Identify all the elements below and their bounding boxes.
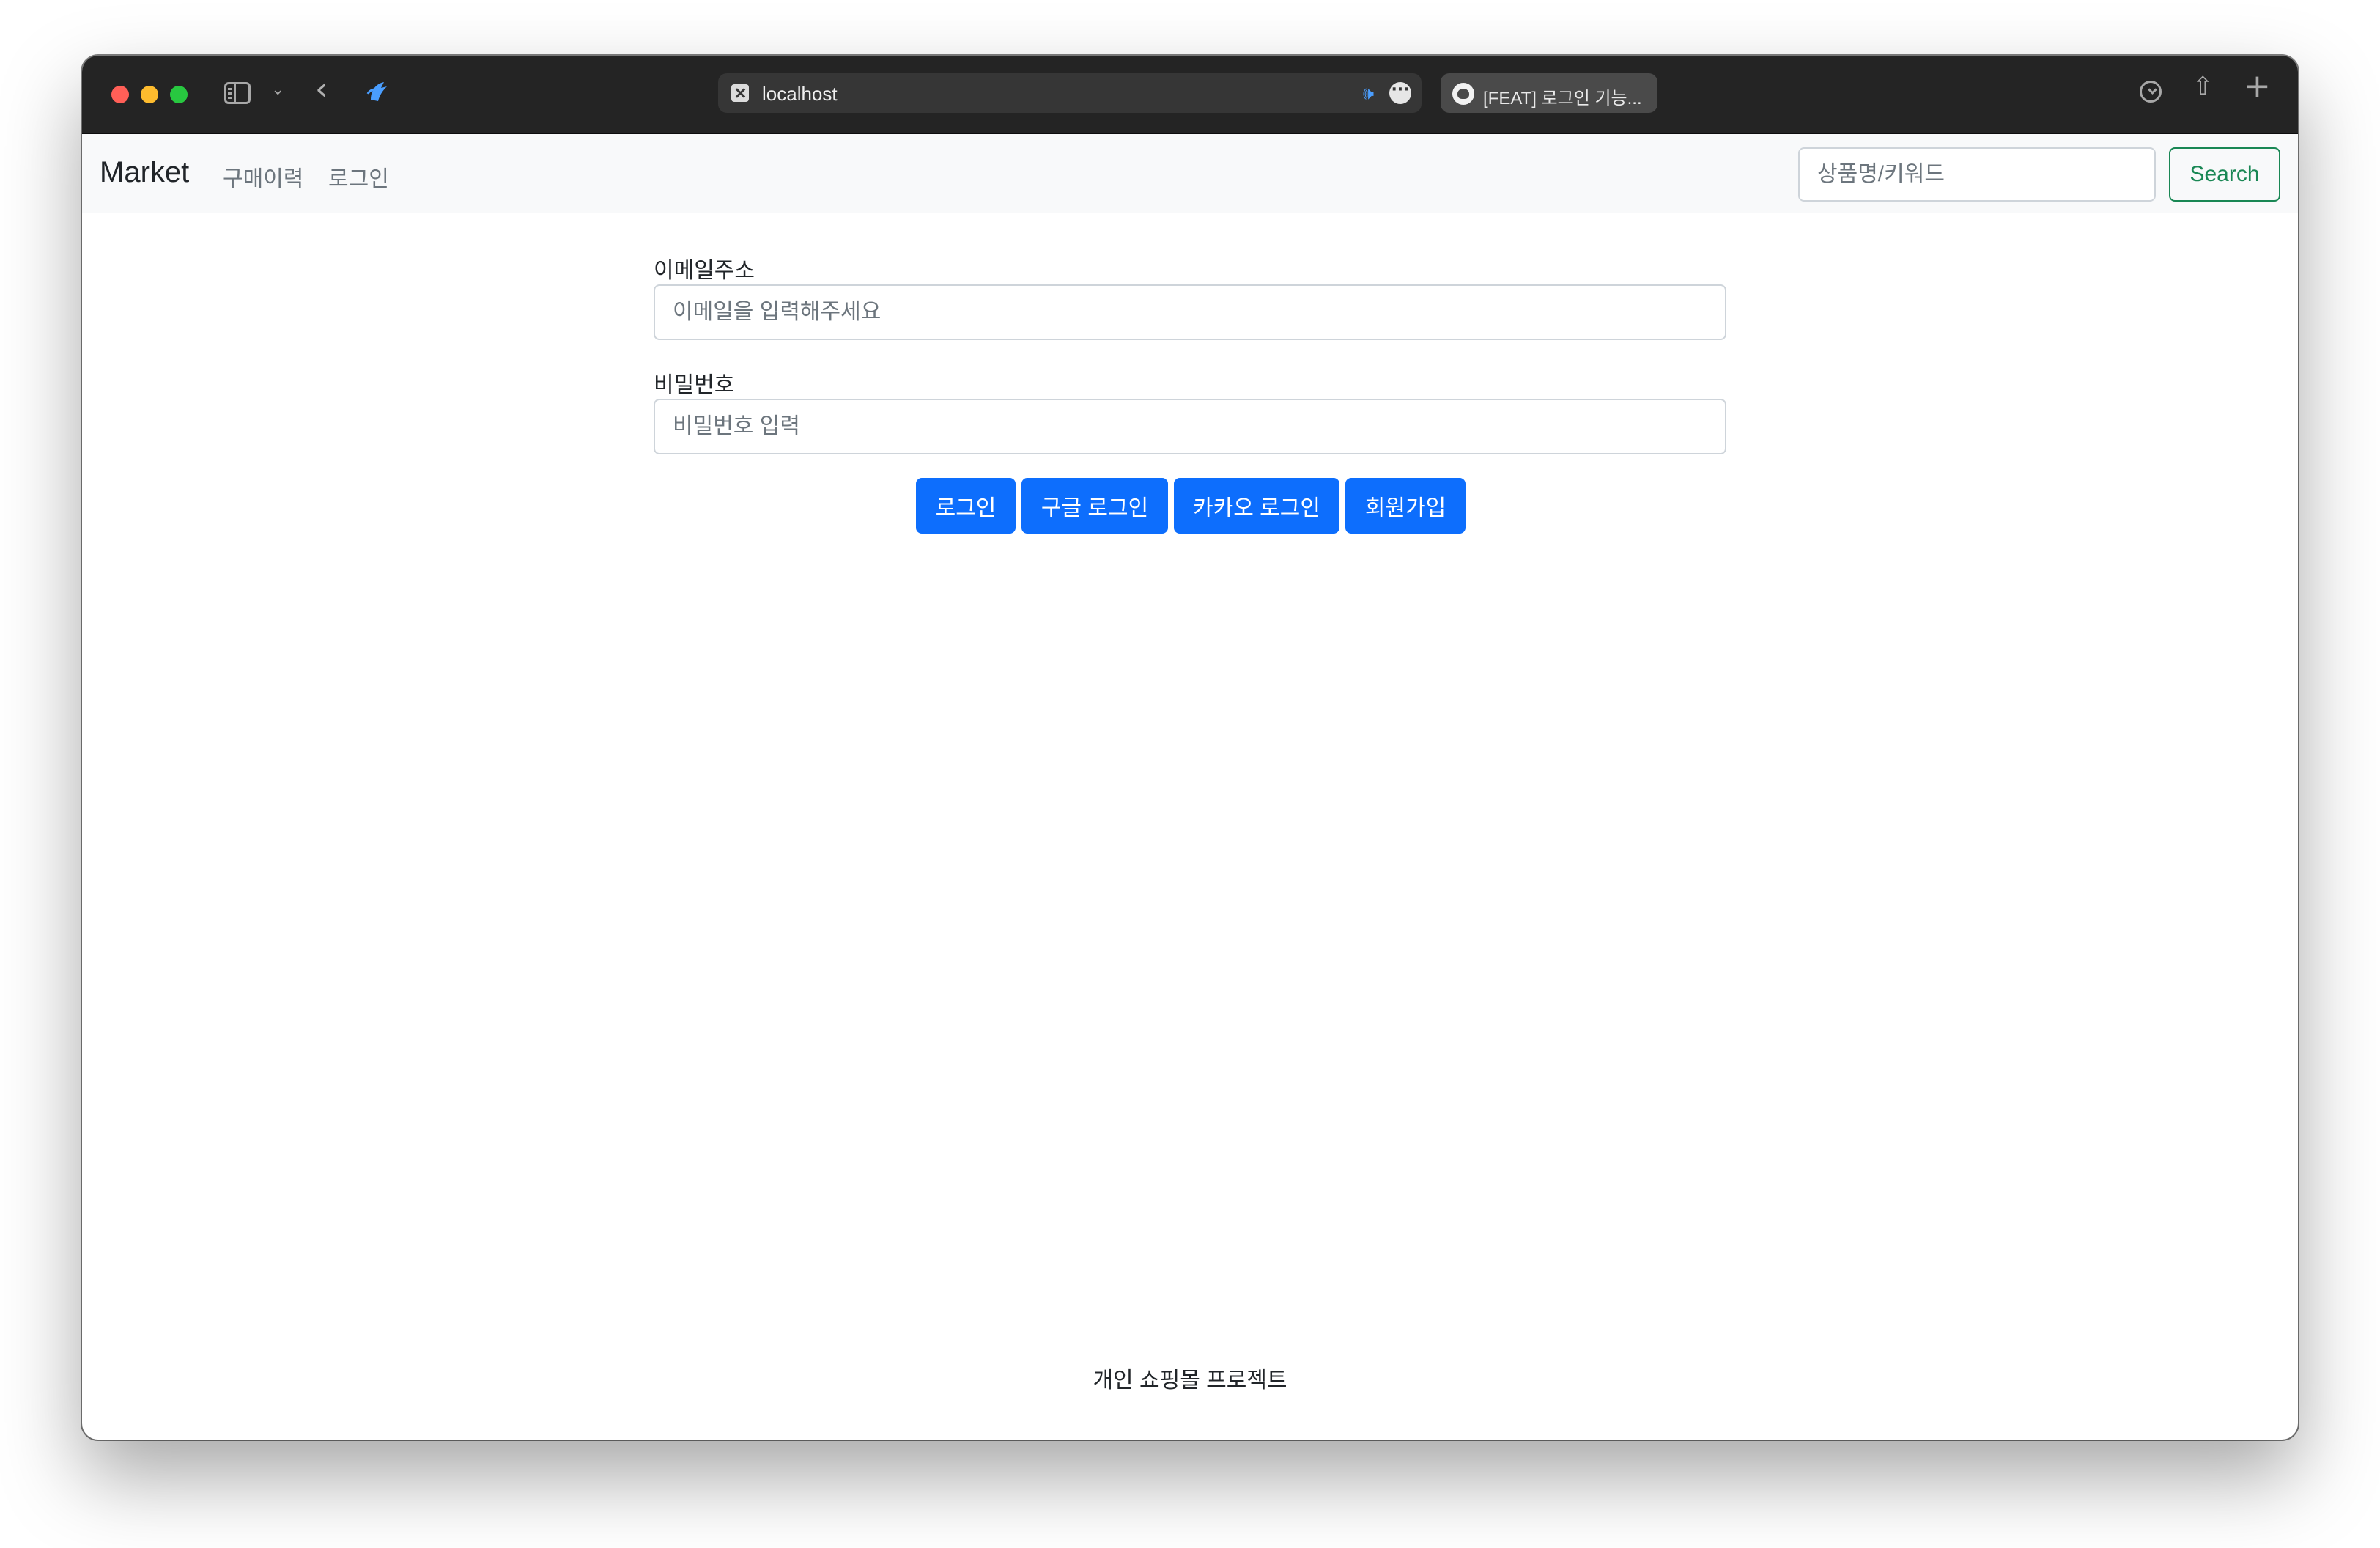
browser-window: ⌄ ‹ localhost 🕪 ··· [FEAT] 로그인 기능... ⇧ +… bbox=[82, 56, 2298, 1440]
search-input[interactable] bbox=[1798, 147, 2156, 202]
nav-link-login[interactable]: 로그인 bbox=[328, 161, 389, 193]
minimize-window-button[interactable] bbox=[141, 86, 158, 103]
github-icon bbox=[1452, 83, 1474, 105]
more-icon[interactable]: ··· bbox=[1389, 82, 1411, 104]
download-icon[interactable] bbox=[2140, 81, 2162, 103]
footer-text: 개인 쇼핑몰 프로젝트 bbox=[1093, 1368, 1287, 1393]
zoom-window-button[interactable] bbox=[170, 86, 188, 103]
site-navbar: Market 구매이력 로그인 Search bbox=[82, 134, 2298, 213]
new-tab-icon[interactable]: + bbox=[2244, 67, 2271, 105]
tab-title: [FEAT] 로그인 기능... bbox=[1483, 89, 1642, 108]
login-button[interactable]: 로그인 bbox=[916, 478, 1016, 534]
nav-link-purchase-history[interactable]: 구매이력 bbox=[223, 161, 303, 193]
brand-link[interactable]: Market bbox=[100, 156, 189, 189]
tab-github[interactable]: [FEAT] 로그인 기능... bbox=[1441, 73, 1658, 113]
kakao-login-button[interactable]: 카카오 로그인 bbox=[1174, 478, 1339, 534]
chevron-down-icon[interactable]: ⌄ bbox=[271, 81, 284, 99]
audio-icon[interactable]: 🕪 bbox=[1363, 83, 1374, 103]
google-login-button[interactable]: 구글 로그인 bbox=[1021, 478, 1168, 534]
browser-toolbar: ⌄ ‹ localhost 🕪 ··· [FEAT] 로그인 기능... ⇧ + bbox=[82, 56, 2298, 134]
close-window-button[interactable] bbox=[111, 86, 129, 103]
email-label: 이메일주소 bbox=[654, 259, 755, 283]
password-label: 비밀번호 bbox=[654, 373, 735, 397]
back-icon[interactable]: ‹ bbox=[315, 73, 328, 106]
sidebar-icon[interactable] bbox=[224, 82, 251, 104]
address-bar[interactable]: localhost 🕪 ··· bbox=[718, 73, 1422, 113]
extension-icon[interactable] bbox=[362, 75, 394, 107]
share-icon[interactable]: ⇧ bbox=[2192, 72, 2214, 101]
search-button[interactable]: Search bbox=[2169, 147, 2280, 202]
site-favicon-icon bbox=[731, 84, 749, 102]
email-field[interactable] bbox=[654, 284, 1726, 340]
password-field[interactable] bbox=[654, 399, 1726, 454]
url-text[interactable]: localhost bbox=[762, 83, 838, 106]
signup-button[interactable]: 회원가입 bbox=[1345, 478, 1466, 534]
